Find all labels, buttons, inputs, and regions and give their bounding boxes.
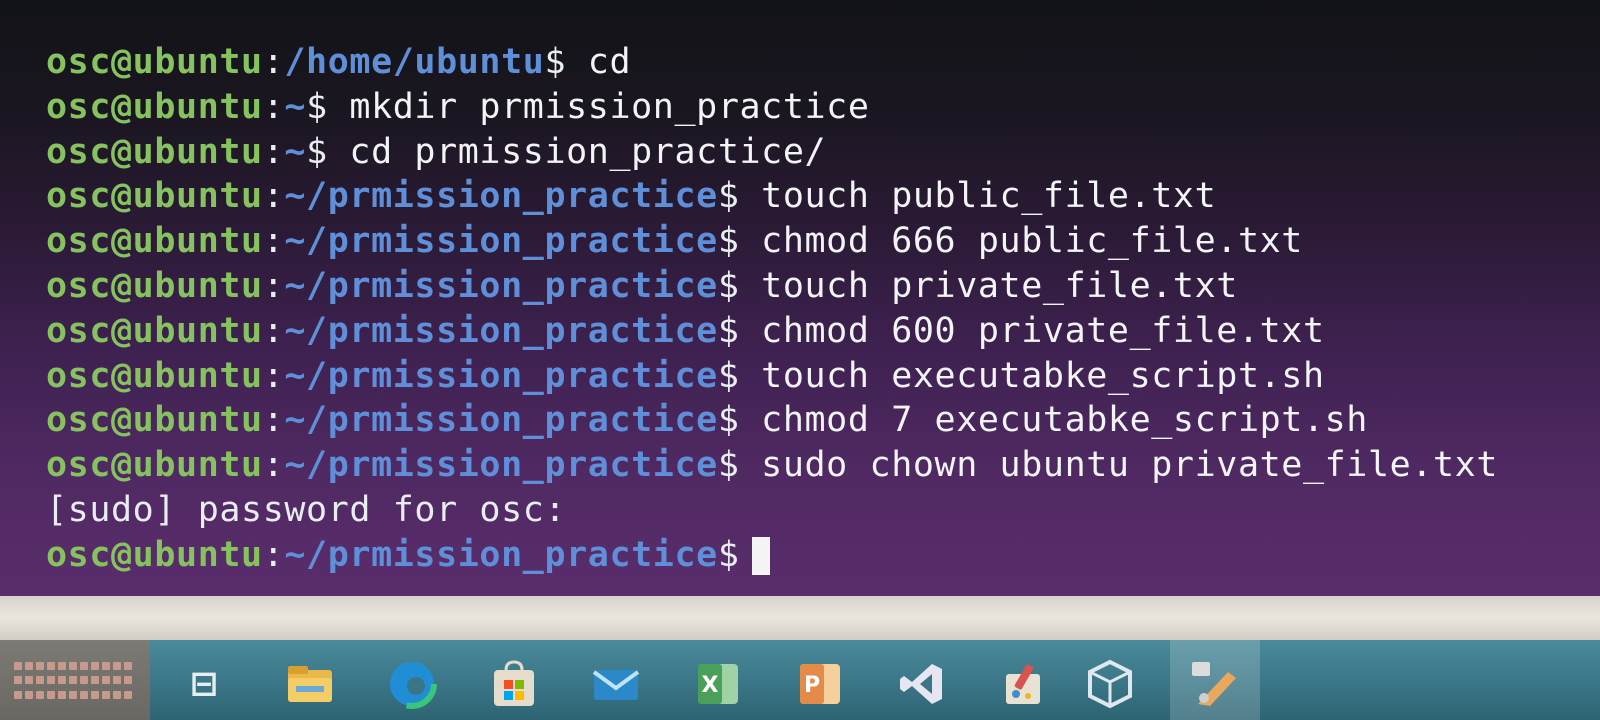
prompt-path: ~/prmission_practice xyxy=(284,310,718,351)
prompt-colon: : xyxy=(262,131,285,172)
excel-button[interactable]: X xyxy=(692,658,744,710)
command-text: touch private_file.txt xyxy=(739,265,1238,306)
command-text: sudo chown ubuntu private_file.txt xyxy=(739,445,1499,486)
prompt-path: ~/prmission_practice xyxy=(284,445,718,486)
prompt-user: osc@ubuntu xyxy=(46,86,263,127)
prompt-path: ~/prmission_practice xyxy=(284,355,718,396)
start-area[interactable] xyxy=(0,640,150,720)
paint-button[interactable] xyxy=(998,658,1050,710)
terminal-line: osc@ubuntu:~/prmission_practice$ chmod 7… xyxy=(46,398,1566,443)
taskbar: ⊟ X P xyxy=(0,640,1600,720)
prompt-user: osc@ubuntu xyxy=(46,534,263,575)
terminal-line: osc@ubuntu:~/prmission_practice$ chmod 6… xyxy=(46,219,1566,264)
prompt-user: osc@ubuntu xyxy=(46,355,263,396)
command-text: cd xyxy=(566,42,632,82)
mail-button[interactable] xyxy=(590,658,642,710)
file-explorer-button[interactable] xyxy=(284,658,336,710)
prompt-user: osc@ubuntu xyxy=(46,221,263,262)
task-view-icon: ⊟ xyxy=(189,664,219,704)
virtualbox-button[interactable] xyxy=(1084,658,1136,710)
prompt-path: ~/prmission_practice xyxy=(284,534,718,575)
prompt-path: ~ xyxy=(284,131,307,172)
prompt-colon: : xyxy=(262,534,285,575)
prompt-dollar: $ xyxy=(306,131,328,172)
terminal-output: osc@ubuntu:/home/ubuntu$ cd osc@ubuntu:~… xyxy=(46,40,1566,578)
prompt-colon: : xyxy=(262,310,285,351)
file-explorer-icon xyxy=(288,666,332,702)
terminal-output-line: [sudo] password for osc: xyxy=(46,488,1566,533)
command-text: touch public_file.txt xyxy=(739,176,1217,217)
terminal-line: osc@ubuntu:~/prmission_practice$ touch p… xyxy=(46,264,1566,309)
command-text: touch executabke_script.sh xyxy=(739,355,1325,396)
microsoft-store-button[interactable] xyxy=(488,658,540,710)
prompt-colon: : xyxy=(262,221,285,262)
prompt-path: ~/prmission_practice xyxy=(284,400,718,441)
prompt-user: osc@ubuntu xyxy=(46,176,263,217)
prompt-dollar: $ xyxy=(717,400,740,441)
sudo-password-prompt: [sudo] password for osc: xyxy=(46,489,567,530)
visual-studio-icon xyxy=(900,664,942,704)
prompt-colon: : xyxy=(262,265,285,306)
prompt-dollar: $ xyxy=(717,265,740,306)
powerpoint-icon: P xyxy=(800,664,840,704)
prompt-path: ~/prmission_practice xyxy=(284,221,718,262)
prompt-user: osc@ubuntu xyxy=(46,310,263,351)
snipping-tool-icon xyxy=(1192,662,1236,706)
excel-icon: X xyxy=(698,664,738,704)
prompt-dollar: $ xyxy=(717,310,740,351)
terminal-line: osc@ubuntu:~/prmission_practice$ touch p… xyxy=(46,174,1566,219)
snipping-tool-button[interactable] xyxy=(1188,658,1240,710)
prompt-colon: : xyxy=(262,445,285,486)
prompt-dollar: $ xyxy=(306,86,328,127)
prompt-dollar: $ xyxy=(717,534,740,575)
svg-text:X: X xyxy=(702,673,719,698)
prompt-dollar: $ xyxy=(717,221,740,262)
terminal-line: osc@ubuntu:~/prmission_practice$ touch e… xyxy=(46,354,1566,399)
terminal-line: osc@ubuntu:~$ mkdir prmission_practice xyxy=(46,85,1566,130)
prompt-user: osc@ubuntu xyxy=(46,400,263,441)
command-text: cd prmission_practice/ xyxy=(327,131,827,172)
edge-browser-icon xyxy=(387,659,437,709)
prompt-user: osc@ubuntu xyxy=(46,445,263,486)
terminal-line: osc@ubuntu:~$ cd prmission_practice/ xyxy=(46,130,1566,175)
prompt-user: osc@ubuntu xyxy=(46,42,263,82)
task-view-button[interactable]: ⊟ xyxy=(178,658,230,710)
prompt-colon: : xyxy=(262,176,285,217)
monitor-bezel xyxy=(0,596,1600,644)
command-text: chmod 666 public_file.txt xyxy=(739,221,1303,262)
command-text: mkdir prmission_practice xyxy=(327,86,870,127)
prompt-colon: : xyxy=(262,86,285,127)
prompt-path: ~ xyxy=(284,86,307,127)
terminal-line: osc@ubuntu:~/prmission_practice$ sudo ch… xyxy=(46,443,1566,488)
visual-studio-button[interactable] xyxy=(896,658,948,710)
screen: osc@ubuntu:/home/ubuntu$ cd osc@ubuntu:~… xyxy=(0,0,1600,720)
text-cursor xyxy=(751,536,770,575)
terminal-line: osc@ubuntu:/home/ubuntu$ cd xyxy=(46,40,1566,85)
prompt-colon: : xyxy=(262,42,285,82)
prompt-dollar: $ xyxy=(717,176,740,217)
microsoft-store-icon xyxy=(494,660,534,706)
virtualbox-icon xyxy=(1088,659,1132,709)
svg-text:P: P xyxy=(804,673,820,698)
terminal-current-line[interactable]: osc@ubuntu:~/prmission_practice$ xyxy=(46,533,1566,578)
terminal-line: osc@ubuntu:~/prmission_practice$ chmod 6… xyxy=(46,309,1566,354)
prompt-path: /home/ubuntu xyxy=(284,42,545,82)
prompt-dollar: $ xyxy=(544,42,567,82)
terminal-window[interactable]: osc@ubuntu:/home/ubuntu$ cd osc@ubuntu:~… xyxy=(0,0,1600,600)
start-grid-icon xyxy=(14,662,132,702)
prompt-dollar: $ xyxy=(717,445,740,486)
command-text: chmod 7 executabke_script.sh xyxy=(739,400,1368,441)
powerpoint-button[interactable]: P xyxy=(794,658,846,710)
prompt-path: ~/prmission_practice xyxy=(284,265,718,306)
mail-icon xyxy=(592,670,640,700)
command-text: chmod 600 private_file.txt xyxy=(739,310,1325,351)
prompt-colon: : xyxy=(262,400,285,441)
prompt-path: ~/prmission_practice xyxy=(284,176,718,217)
prompt-user: osc@ubuntu xyxy=(46,131,263,172)
edge-browser-button[interactable] xyxy=(386,658,438,710)
paint-icon xyxy=(1006,664,1040,704)
prompt-dollar: $ xyxy=(717,355,740,396)
prompt-colon: : xyxy=(262,355,285,396)
prompt-user: osc@ubuntu xyxy=(46,265,263,306)
